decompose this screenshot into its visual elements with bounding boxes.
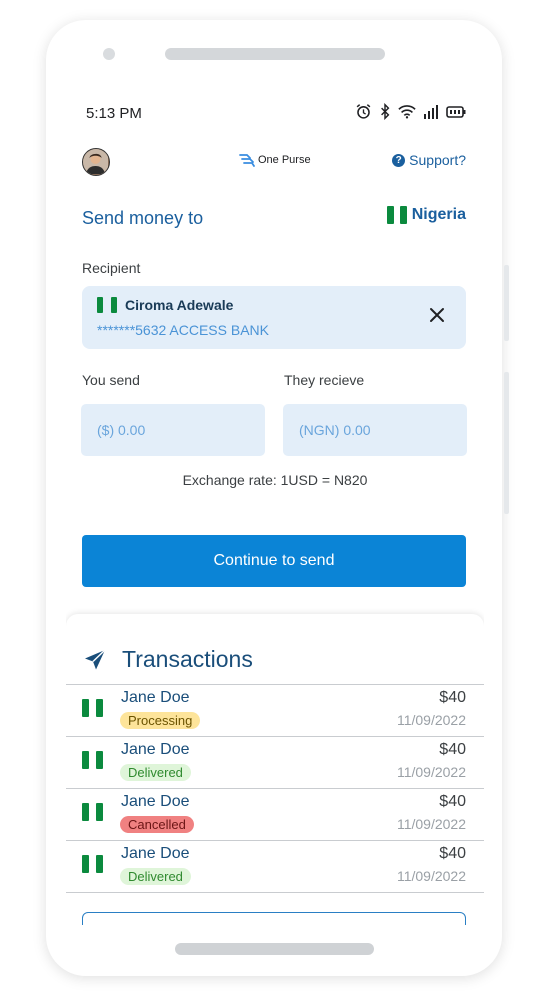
front-camera	[103, 48, 115, 60]
side-button-lower	[504, 372, 509, 514]
transaction-name: Jane Doe	[121, 741, 190, 758]
transactions-title: Transactions	[122, 646, 253, 672]
nigeria-flag-icon	[97, 297, 117, 313]
send-money-title: Send money to	[82, 208, 204, 228]
status-badge: Delivered	[120, 868, 191, 885]
transaction-date: 11/09/2022	[396, 816, 466, 832]
they-receive-field[interactable]	[283, 404, 467, 456]
you-send-field[interactable]	[81, 404, 265, 456]
bluetooth-icon	[381, 103, 390, 120]
status-badge: Delivered	[120, 764, 191, 781]
send-arrow-icon	[85, 648, 106, 669]
they-receive-label: They recieve	[284, 372, 365, 388]
status-badge: Processing	[120, 712, 201, 729]
alarm-icon	[356, 104, 371, 119]
recipient-name-row: Ciroma Adewale	[97, 297, 233, 313]
brand-name: One Purse	[258, 154, 311, 166]
status-time: 5:13 PM	[86, 105, 142, 122]
you-send-label: You send	[82, 372, 140, 388]
transaction-name: Jane Doe	[121, 793, 190, 810]
bottom-action-box[interactable]	[82, 912, 466, 925]
transaction-row[interactable]: Jane Doe Delivered $40 11/09/2022	[66, 737, 484, 788]
home-indicator	[175, 943, 374, 955]
transaction-date: 11/09/2022	[396, 712, 466, 728]
side-button-upper	[504, 265, 509, 341]
transaction-name: Jane Doe	[121, 689, 190, 706]
transaction-amount: $40	[439, 793, 466, 810]
help-icon: ?	[392, 153, 406, 167]
transaction-amount: $40	[439, 741, 466, 758]
transaction-row[interactable]: Jane Doe Processing $40 11/09/2022	[66, 685, 484, 736]
transaction-amount: $40	[439, 845, 466, 862]
transaction-amount: $40	[439, 689, 466, 706]
recipient-label: Recipient	[82, 260, 141, 276]
nigeria-flag-icon	[82, 803, 103, 821]
recipient-card[interactable]: Ciroma Adewale *******5632 ACCESS BANK	[82, 286, 466, 349]
nigeria-flag-icon	[386, 206, 407, 224]
app-screen: 5:13 PM One Purse ? Support? Send money …	[66, 88, 484, 925]
status-badge: Cancelled	[120, 816, 194, 833]
divider	[66, 892, 484, 893]
close-icon[interactable]	[426, 304, 448, 326]
transaction-row[interactable]: Jane Doe Delivered $40 11/09/2022	[66, 841, 484, 892]
they-receive-input[interactable]	[283, 404, 467, 456]
country-name: Nigeria	[411, 206, 466, 223]
wifi-icon	[398, 105, 416, 119]
transaction-date: 11/09/2022	[396, 868, 466, 884]
nigeria-flag-icon	[82, 751, 103, 769]
avatar-portrait-icon	[83, 149, 108, 174]
transactions-header: Transactions	[84, 646, 253, 673]
exchange-rate: Exchange rate: 1USD = N820	[182, 472, 368, 488]
transactions-panel: Transactions Jane Doe Processing $40 11/…	[66, 614, 484, 925]
country-selector[interactable]: Nigeria	[386, 206, 466, 224]
brand-logo: One Purse	[239, 153, 311, 167]
nigeria-flag-icon	[82, 699, 103, 717]
one-purse-logo-icon	[239, 154, 255, 167]
status-icons	[355, 103, 466, 120]
speaker-grille	[165, 48, 385, 60]
support-label: Support?	[409, 152, 466, 168]
nigeria-flag-icon	[82, 855, 103, 873]
you-send-input[interactable]	[81, 404, 265, 456]
continue-button[interactable]: Continue to send	[82, 535, 466, 587]
recipient-name: Ciroma Adewale	[125, 297, 234, 313]
user-avatar[interactable]	[82, 148, 110, 176]
signal-icon	[424, 104, 438, 119]
battery-icon	[446, 105, 466, 118]
support-link[interactable]: ? Support?	[392, 152, 466, 168]
transaction-row[interactable]: Jane Doe Cancelled $40 11/09/2022	[66, 789, 484, 840]
recipient-account: *******5632 ACCESS BANK	[97, 322, 269, 338]
transaction-date: 11/09/2022	[396, 764, 466, 780]
transaction-name: Jane Doe	[121, 845, 190, 862]
